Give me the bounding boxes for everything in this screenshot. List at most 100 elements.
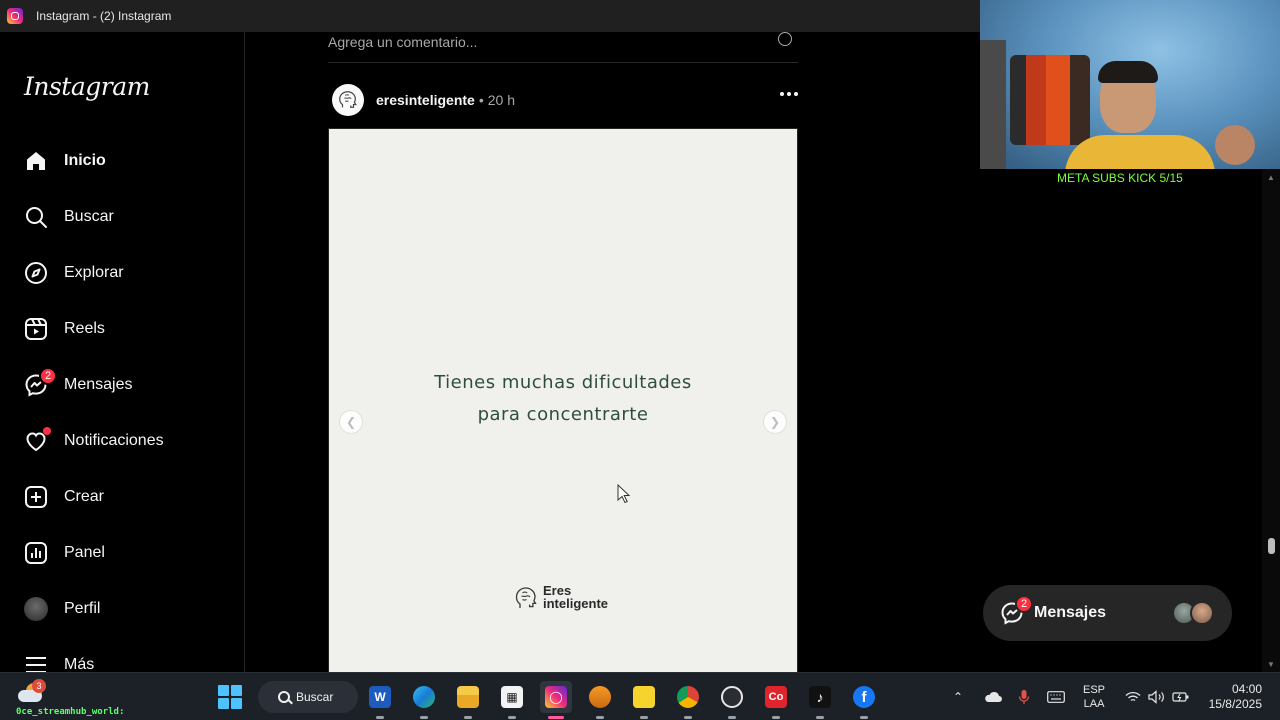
emoji-icon[interactable] — [778, 32, 792, 46]
scrollbar-thumb[interactable] — [1268, 538, 1275, 554]
search-icon — [278, 691, 290, 703]
clock-time: 04:00 — [1231, 682, 1262, 696]
post-image[interactable]: Tienes muchas dificultades para concentr… — [328, 128, 798, 672]
onedrive-icon[interactable] — [984, 673, 1002, 720]
taskbar: 3 0ce_streamhub_world: Buscar W ▦ ◯ Co ♪… — [0, 672, 1280, 720]
more-options-icon[interactable] — [780, 92, 798, 96]
capcut-app-icon[interactable]: Co — [760, 681, 792, 719]
sidebar-item-buscar[interactable]: Buscar — [24, 201, 114, 233]
taskbar-search[interactable]: Buscar — [258, 681, 358, 713]
obs-app-icon[interactable] — [716, 681, 748, 719]
tiktok-app-icon[interactable]: ♪ — [804, 681, 836, 719]
feed: Agrega un comentario... eresinteligente … — [245, 32, 980, 672]
edge-app-icon[interactable] — [408, 681, 440, 719]
scroll-down-icon[interactable]: ▼ — [1267, 660, 1275, 669]
mouse-cursor-icon — [617, 484, 631, 504]
reels-icon — [24, 317, 48, 341]
sidebar-item-inicio[interactable]: Inicio — [24, 145, 106, 177]
volume-icon[interactable] — [1148, 673, 1166, 720]
instagram-logo[interactable]: Instagram — [24, 72, 150, 101]
sticky-notes-icon[interactable] — [628, 681, 660, 719]
plus-square-icon — [24, 485, 48, 509]
store-app-icon[interactable]: ▦ — [496, 681, 528, 719]
messages-pill[interactable]: 2 Mensajes — [983, 585, 1232, 641]
brain-head-icon — [339, 91, 357, 108]
subs-goal-text: META SUBS KICK 5/15 — [1057, 171, 1183, 185]
taskbar-search-label: Buscar — [296, 690, 334, 704]
post-separator: • — [478, 92, 484, 108]
instagram-taskbar-icon[interactable]: ◯ — [540, 681, 572, 719]
notification-dot — [43, 427, 51, 435]
messages-badge: 2 — [1015, 595, 1033, 613]
sidebar-item-label: Mensajes — [64, 376, 133, 393]
sidebar-item-label: Panel — [64, 544, 105, 561]
battery-icon[interactable] — [1172, 673, 1190, 720]
sidebar-item-label: Perfil — [64, 600, 101, 617]
comment-input[interactable]: Agrega un comentario... — [328, 32, 798, 63]
language-indicator[interactable]: ESP LAA — [1083, 683, 1105, 711]
instagram-app-icon — [7, 8, 23, 24]
page-scrollbar[interactable]: ▲ ▼ — [1262, 169, 1280, 672]
messages-badge: 2 — [39, 367, 57, 385]
window-title: Instagram - (2) Instagram — [36, 9, 172, 23]
post-time[interactable]: 20 h — [488, 92, 515, 108]
fl-studio-icon[interactable] — [584, 681, 616, 719]
messages-avatars — [1172, 601, 1214, 625]
sidebar-item-label: Reels — [64, 320, 105, 337]
system-clock[interactable]: 04:00 15/8/2025 — [1198, 682, 1262, 712]
chrome-app-icon[interactable] — [672, 681, 704, 719]
chevron-right-icon: ❯ — [769, 415, 781, 429]
post-brand-logo: Eres inteligente — [514, 584, 608, 610]
messenger-icon: 2 — [24, 367, 57, 397]
messages-pill-label: Mensajes — [1034, 604, 1107, 621]
facebook-app-icon[interactable]: f — [848, 681, 880, 719]
carousel-next-button[interactable]: ❯ — [763, 410, 787, 434]
post-image-text-line2: para concentrarte — [477, 404, 649, 425]
sidebar-item-explorar[interactable]: Explorar — [24, 257, 124, 289]
sidebar-item-label: Inicio — [64, 152, 106, 169]
compass-icon — [24, 261, 48, 285]
sidebar-item-reels[interactable]: Reels — [24, 313, 105, 345]
home-icon — [24, 149, 48, 173]
file-explorer-icon[interactable] — [452, 681, 484, 719]
sidebar-item-panel[interactable]: Panel — [24, 537, 105, 569]
word-app-icon[interactable]: W — [364, 681, 396, 719]
lang-line1: ESP — [1083, 684, 1106, 696]
search-icon — [24, 205, 48, 229]
sidebar-item-label: Buscar — [64, 208, 114, 225]
sidebar-item-mensajes[interactable]: 2 Mensajes — [24, 367, 133, 401]
sidebar-item-crear[interactable]: Crear — [24, 481, 104, 513]
post-header: eresinteligente • 20 h — [332, 84, 802, 116]
keyboard-icon[interactable] — [1047, 673, 1065, 720]
weather-badge: 3 — [32, 679, 46, 693]
streamer-figure — [1065, 61, 1255, 169]
chevron-left-icon: ❮ — [345, 415, 357, 429]
sidebar-item-label: Crear — [64, 488, 105, 505]
carousel-prev-button[interactable]: ❮ — [339, 410, 363, 434]
streamer-tag: 0ce_streamhub_world: — [16, 707, 125, 717]
windows-start-icon[interactable] — [218, 685, 242, 709]
post-image-text: Tienes muchas dificultades para concentr… — [329, 367, 797, 431]
show-hidden-icons-icon[interactable]: ⌃ — [953, 673, 963, 720]
brain-head-icon — [515, 587, 537, 608]
messenger-icon: 2 — [1000, 595, 1033, 625]
comment-placeholder[interactable]: Agrega un comentario... — [328, 34, 477, 50]
dashboard-icon — [24, 541, 48, 565]
avatar — [1190, 601, 1214, 625]
webcam-overlay — [980, 0, 1280, 169]
microphone-icon[interactable] — [1018, 673, 1030, 720]
brand-line2: inteligente — [543, 596, 609, 611]
scroll-up-icon[interactable]: ▲ — [1267, 173, 1275, 182]
clock-date: 15/8/2025 — [1208, 697, 1262, 711]
post-username[interactable]: eresinteligente — [376, 92, 475, 108]
lang-line2: LAA — [1083, 698, 1105, 710]
avatar — [24, 597, 48, 621]
post-avatar[interactable] — [332, 84, 364, 116]
heart-icon — [24, 427, 51, 453]
sidebar-item-label: Explorar — [64, 264, 124, 281]
sidebar-item-label: Notificaciones — [64, 432, 164, 449]
weather-widget[interactable]: 3 — [16, 679, 46, 705]
sidebar-item-notificaciones[interactable]: Notificaciones — [24, 425, 164, 457]
sidebar-item-perfil[interactable]: Perfil — [24, 593, 100, 625]
wifi-icon[interactable] — [1125, 673, 1141, 720]
